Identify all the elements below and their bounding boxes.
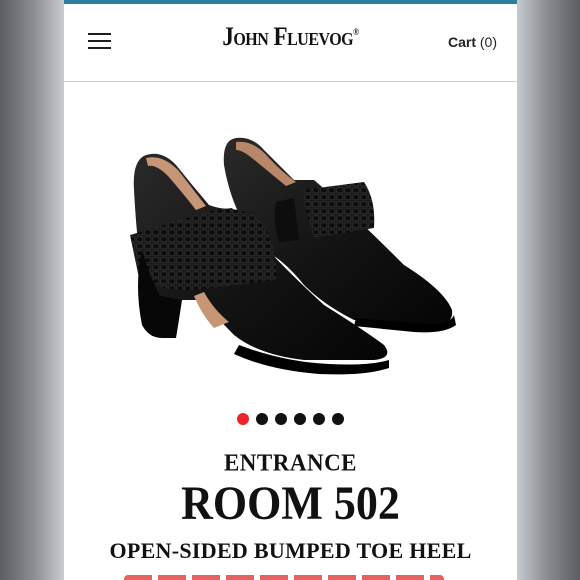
logo-text: John Fluevog xyxy=(222,22,354,51)
cart-count: (0) xyxy=(479,34,497,50)
gallery-dot[interactable] xyxy=(275,413,287,425)
cart-label: Cart xyxy=(447,34,476,50)
gallery-dot[interactable] xyxy=(237,413,249,425)
gallery-dot[interactable] xyxy=(332,413,344,425)
product-title-block: ENTRANCE ROOM 502 OPEN-SIDED BUMPED TOE … xyxy=(64,449,517,564)
promo-text-cutoff xyxy=(124,575,444,580)
product-name: ROOM 502 xyxy=(181,477,400,530)
collection-name: ENTRANCE xyxy=(223,449,358,476)
gallery-dot[interactable] xyxy=(294,413,306,425)
cart-link[interactable]: Cart (0) xyxy=(448,34,497,50)
mobile-screen: John Fluevog® Cart (0) ENTRANCE ROOM 502… xyxy=(64,0,517,580)
registered-mark: ® xyxy=(353,27,359,38)
product-image[interactable] xyxy=(64,110,517,400)
image-gallery-dots xyxy=(64,413,517,425)
gallery-dot[interactable] xyxy=(313,413,325,425)
gallery-dot[interactable] xyxy=(256,413,268,425)
product-description: OPEN-SIDED BUMPED TOE HEEL xyxy=(109,538,472,563)
site-header: John Fluevog® Cart (0) xyxy=(64,4,517,82)
